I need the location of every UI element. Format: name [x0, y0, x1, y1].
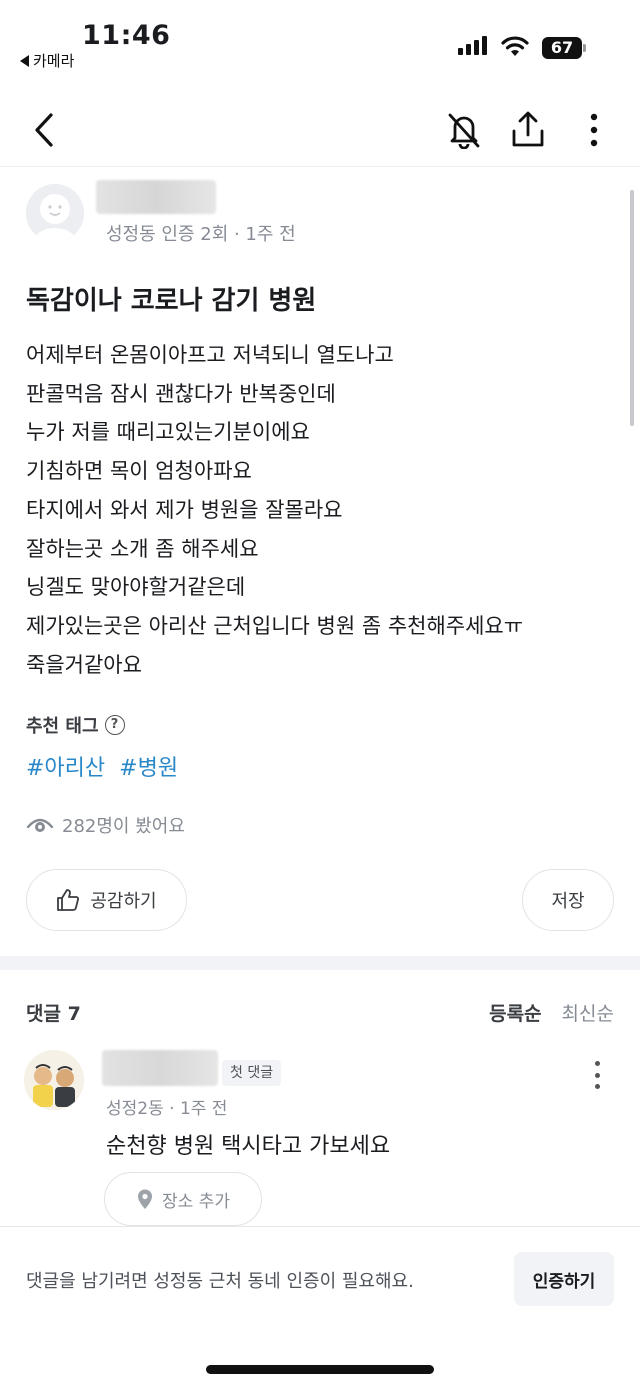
- comment-text: 순천향 병원 택시타고 가보세요: [106, 1134, 391, 1159]
- home-indicator[interactable]: [206, 1365, 434, 1374]
- save-label: 저장: [551, 891, 585, 912]
- location-pin-icon: [138, 1189, 153, 1209]
- commenter-avatar[interactable]: [24, 1050, 84, 1110]
- share-button[interactable]: [506, 108, 550, 152]
- share-icon: [512, 111, 544, 147]
- post-body-line: 닝겔도 맞아야할거같은데: [26, 575, 246, 600]
- post-body-line: 제가있는곳은 아리산 근처입니다 병원 좀 추천해주세요ㅠ: [26, 613, 524, 638]
- post-title: 독감이나 코로나 감기 병원: [26, 286, 317, 316]
- commenter-name-redacted[interactable]: [102, 1050, 218, 1086]
- add-place-button[interactable]: 장소 추가: [104, 1172, 262, 1226]
- chevron-left-icon: [35, 113, 53, 147]
- post-body-line: 어제부터 온몸이아프고 저녁되니 열도나고: [26, 343, 394, 367]
- post-body-line: 죽을거같아요: [26, 652, 142, 677]
- back-app-label: 카메라: [33, 52, 75, 70]
- post-body-line: 누가 저를 때리고있는기분이에요: [26, 420, 310, 445]
- post-body-line: 타지에서 와서 제가 병원을 잘몰라요: [26, 497, 343, 522]
- cellular-signal-icon: [458, 36, 487, 55]
- more-options-button[interactable]: [572, 108, 616, 152]
- add-place-label: 장소 추가: [162, 1191, 230, 1212]
- nav-divider: [0, 166, 640, 167]
- back-to-app-link[interactable]: 카메라: [20, 50, 74, 71]
- eye-icon: [26, 818, 54, 832]
- sort-registered[interactable]: 등록순: [489, 999, 541, 1026]
- thumbs-up-icon: [57, 889, 80, 911]
- section-divider: [0, 956, 640, 970]
- post-author: 성정동 인증 2회 · 1주 전: [26, 180, 616, 250]
- comments-count: 댓글 7: [26, 1003, 81, 1025]
- status-time: 11:46: [82, 20, 171, 51]
- back-button[interactable]: [22, 108, 66, 152]
- tag-hospital[interactable]: #병원: [119, 750, 178, 782]
- view-count-label: 282명이 봤어요: [62, 816, 185, 837]
- battery-level: 67: [550, 38, 574, 57]
- default-avatar-icon: [26, 184, 84, 242]
- author-avatar[interactable]: [26, 184, 84, 242]
- like-label: 공감하기: [90, 891, 157, 912]
- tag-list: #아리산 #병원: [26, 750, 178, 782]
- post-body-line: 기침하면 목이 엄청아파요: [26, 459, 252, 484]
- comment-gate-bar: 댓글을 남기려면 성정동 근처 동네 인증이 필요해요. 인증하기: [0, 1226, 640, 1386]
- like-button[interactable]: 공감하기: [26, 869, 187, 931]
- tag-arisan[interactable]: #아리산: [26, 750, 105, 782]
- post-body-line: 잘하는곳 소개 좀 해주세요: [26, 536, 259, 561]
- post-body-line: 판콜먹음 잠시 괜찮다가 반복중인데: [26, 381, 336, 406]
- wifi-icon: [501, 36, 529, 56]
- help-icon[interactable]: ?: [104, 715, 125, 735]
- top-nav: [0, 98, 640, 166]
- comment-more-button[interactable]: [582, 1058, 612, 1092]
- back-triangle-icon: [20, 54, 29, 67]
- more-vertical-icon: [590, 113, 598, 147]
- post-body: 어제부터 온몸이아프고 저녁되니 열도나고 판콜먹음 잠시 괜찮다가 반복중인데…: [26, 336, 616, 684]
- notification-toggle-button[interactable]: [442, 108, 486, 152]
- verification-message: 댓글을 남기려면 성정동 근처 동네 인증이 필요해요.: [26, 1271, 414, 1292]
- verify-button[interactable]: 인증하기: [514, 1252, 614, 1306]
- comment-meta: 성정2동 · 1주 전: [106, 1099, 228, 1119]
- bell-off-icon: [448, 113, 480, 149]
- scrollbar[interactable]: [630, 190, 634, 426]
- recommended-tags-label: 추천 태그: [26, 716, 99, 737]
- battery-icon: 67: [542, 37, 586, 59]
- cartoon-avatar-icon: [24, 1050, 84, 1110]
- comment-item: 첫 댓글 성정2동 · 1주 전 순천향 병원 택시타고 가보세요 장소 추가: [24, 1050, 616, 1226]
- author-name-redacted[interactable]: [96, 180, 216, 214]
- author-meta: 성정동 인증 2회 · 1주 전: [106, 224, 296, 245]
- view-count: 282명이 봤어요: [26, 812, 185, 838]
- status-bar: 11:46 카메라 67: [0, 0, 640, 80]
- comment-sort: 등록순 최신순: [489, 999, 614, 1026]
- sort-latest[interactable]: 최신순: [562, 999, 614, 1026]
- first-comment-badge: 첫 댓글: [222, 1060, 282, 1086]
- save-button[interactable]: 저장: [522, 869, 614, 931]
- recommended-tags-heading: 추천 태그 ?: [26, 712, 125, 738]
